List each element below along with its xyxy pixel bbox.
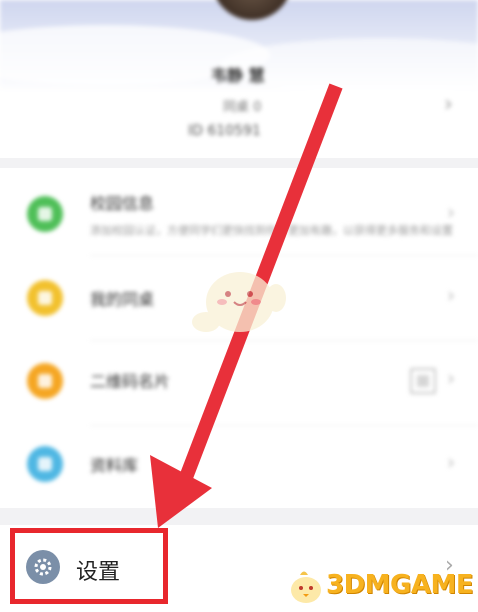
- site-watermark: 3DMGAME: [286, 564, 474, 608]
- watermark-text: 3DMGAME: [326, 570, 474, 600]
- chick-logo-icon: [291, 571, 321, 603]
- mascot-watermark-icon: [192, 272, 286, 332]
